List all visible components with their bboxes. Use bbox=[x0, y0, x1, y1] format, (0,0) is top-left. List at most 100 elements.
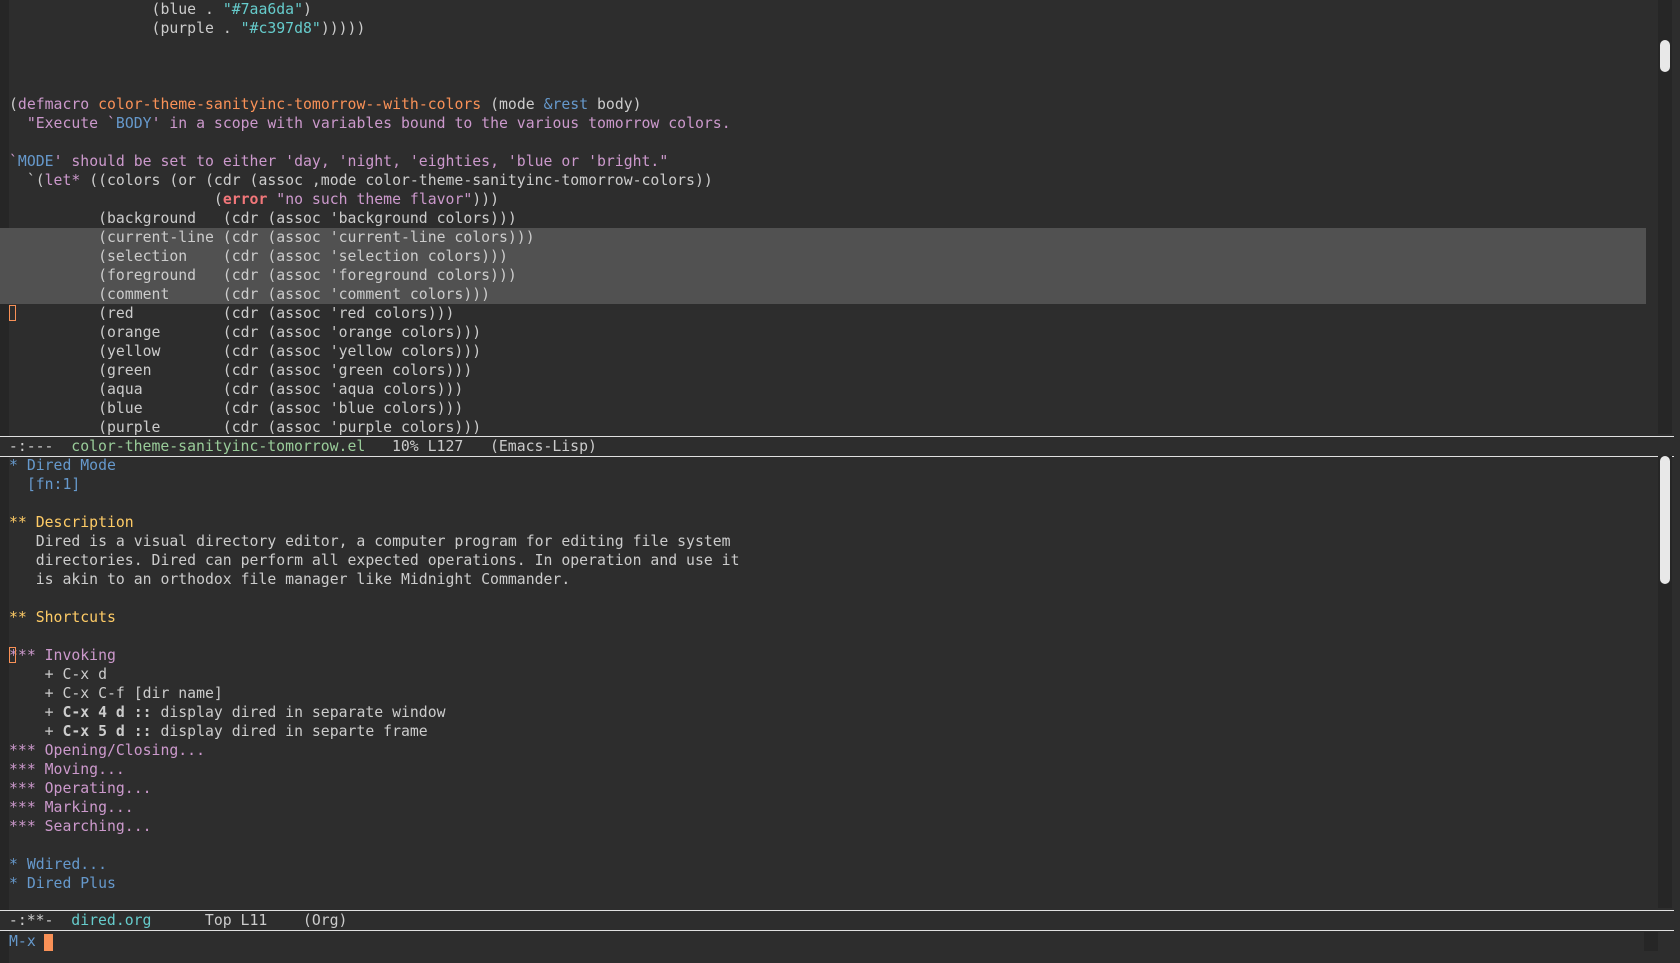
code-line[interactable]: (current-line (cdr (assoc 'current-line … bbox=[0, 228, 1646, 247]
org-line[interactable]: ** Shortcuts bbox=[0, 608, 1646, 627]
code-token: (yellow (cdr (assoc 'yellow colors))) bbox=[9, 343, 482, 360]
code-token: MODE bbox=[17, 153, 54, 170]
mode-line-buffer-name[interactable]: dired.org bbox=[71, 912, 151, 929]
org-line[interactable]: * Dired Plus bbox=[0, 874, 1646, 893]
org-line[interactable] bbox=[0, 627, 1646, 646]
code-token: BODY bbox=[115, 115, 152, 132]
code-line[interactable]: (blue . "#7aa6da") bbox=[0, 0, 1646, 19]
mode-line-status: -:**- bbox=[0, 912, 72, 929]
code-token: "Execute ` bbox=[26, 115, 116, 132]
org-line[interactable]: + C-x 4 d :: display dired in separate w… bbox=[0, 703, 1646, 722]
code-token: ' in a scope with variables bound to the… bbox=[151, 115, 731, 132]
code-line[interactable]: `(let* ((colors (or (cdr (assoc ,mode co… bbox=[0, 171, 1646, 190]
code-scrollbar[interactable] bbox=[1658, 0, 1672, 434]
code-token: + C-x C-f [dir name] bbox=[9, 685, 223, 702]
code-token: *** Operating... bbox=[9, 780, 152, 797]
org-line[interactable]: + C-x d bbox=[0, 665, 1646, 684]
org-scrollbar-thumb[interactable] bbox=[1660, 456, 1670, 584]
code-line[interactable] bbox=[0, 133, 1646, 152]
org-line[interactable]: * Wdired... bbox=[0, 855, 1646, 874]
code-token: body) bbox=[588, 96, 642, 113]
org-line[interactable]: *** Moving... bbox=[0, 760, 1646, 779]
code-line[interactable]: (background (cdr (assoc 'background colo… bbox=[0, 209, 1646, 228]
text-cursor bbox=[9, 647, 16, 663]
org-line[interactable]: is akin to an orthodox file manager like… bbox=[0, 570, 1646, 589]
mode-line-position: Top L11 bbox=[151, 912, 303, 929]
code-line[interactable]: (green (cdr (assoc 'green colors))) bbox=[0, 361, 1646, 380]
org-line[interactable]: ** Description bbox=[0, 513, 1646, 532]
code-token: C-x 4 d :: bbox=[62, 704, 152, 721]
code-token: ) bbox=[303, 1, 312, 18]
code-line[interactable]: (purple . "#c397d8"))))) bbox=[0, 19, 1646, 38]
mode-line-buffer-name[interactable]: color-theme-sanityinc-tomorrow.el bbox=[71, 438, 365, 455]
org-line[interactable]: *** Searching... bbox=[0, 817, 1646, 836]
org-line[interactable] bbox=[0, 589, 1646, 608]
org-line[interactable]: *** Invoking bbox=[0, 646, 1646, 665]
org-line[interactable]: *** Opening/Closing... bbox=[0, 741, 1646, 760]
code-token: Dired is a visual directory editor, a co… bbox=[9, 533, 731, 550]
code-line[interactable] bbox=[0, 76, 1646, 95]
code-token: ( bbox=[9, 96, 18, 113]
code-token: *** Marking... bbox=[9, 799, 134, 816]
org-line[interactable] bbox=[0, 836, 1646, 855]
code-token: [fn:1] bbox=[9, 476, 81, 493]
org-line[interactable]: + C-x 5 d :: display dired in separte fr… bbox=[0, 722, 1646, 741]
code-token: + bbox=[9, 723, 63, 740]
code-line[interactable]: (orange (cdr (assoc 'orange colors))) bbox=[0, 323, 1646, 342]
mode-line-code[interactable]: -:--- color-theme-sanityinc-tomorrow.el … bbox=[0, 436, 1674, 457]
code-token: (blue (cdr (assoc 'blue colors))) bbox=[9, 400, 464, 417]
code-token: *** Opening/Closing... bbox=[9, 742, 205, 759]
org-editor-pane[interactable]: * Dired Mode [fn:1] ** Description Dired… bbox=[0, 456, 1646, 910]
code-line[interactable] bbox=[0, 38, 1646, 57]
code-token: ** Shortcuts bbox=[9, 609, 116, 626]
code-token: "no such theme flavor" bbox=[276, 191, 473, 208]
org-line[interactable]: * Dired Mode bbox=[0, 456, 1646, 475]
code-token: display dired in separate window bbox=[151, 704, 446, 721]
mode-line-major-mode[interactable]: (Emacs-Lisp) bbox=[490, 438, 597, 455]
code-token: (selection (cdr (assoc 'selection colors… bbox=[9, 248, 508, 265]
code-line[interactable] bbox=[0, 57, 1646, 76]
org-line[interactable] bbox=[0, 494, 1646, 513]
minibuffer[interactable]: M-x bbox=[0, 932, 1646, 951]
code-token: let* bbox=[44, 172, 81, 189]
mode-line-org[interactable]: -:**- dired.org Top L11 (Org) bbox=[0, 910, 1674, 931]
code-token: *** Moving... bbox=[9, 761, 125, 778]
code-line[interactable]: (error "no such theme flavor"))) bbox=[0, 190, 1646, 209]
org-line[interactable]: + C-x C-f [dir name] bbox=[0, 684, 1646, 703]
code-token: "#7aa6da" bbox=[222, 1, 304, 18]
code-token: (current-line (cdr (assoc 'current-line … bbox=[9, 229, 535, 246]
code-line[interactable]: (aqua (cdr (assoc 'aqua colors))) bbox=[0, 380, 1646, 399]
code-line[interactable]: (selection (cdr (assoc 'selection colors… bbox=[0, 247, 1646, 266]
code-line[interactable]: (blue (cdr (assoc 'blue colors))) bbox=[0, 399, 1646, 418]
minibuffer-scrollbar bbox=[1644, 932, 1658, 951]
code-line[interactable]: "Execute `BODY' in a scope with variable… bbox=[0, 114, 1646, 133]
org-line[interactable]: directories. Dired can perform all expec… bbox=[0, 551, 1646, 570]
code-token: ` bbox=[9, 153, 18, 170]
code-line[interactable]: (red (cdr (assoc 'red colors))) bbox=[0, 304, 1646, 323]
org-line[interactable]: Dired is a visual directory editor, a co… bbox=[0, 532, 1646, 551]
code-line[interactable]: (comment (cdr (assoc 'comment colors))) bbox=[0, 285, 1646, 304]
code-token: *** Invoking bbox=[9, 647, 116, 664]
org-scrollbar[interactable] bbox=[1658, 456, 1672, 908]
org-line[interactable]: *** Marking... bbox=[0, 798, 1646, 817]
code-line[interactable]: (purple (cdr (assoc 'purple colors))) bbox=[0, 418, 1646, 436]
code-line[interactable]: (defmacro color-theme-sanityinc-tomorrow… bbox=[0, 95, 1646, 114]
code-token: + C-x d bbox=[9, 666, 107, 683]
mode-line-major-mode[interactable]: (Org) bbox=[303, 912, 348, 929]
code-editor-pane[interactable]: (blue . "#7aa6da") (purple . "#c397d8"))… bbox=[0, 0, 1646, 436]
mode-line-position: 10% L127 bbox=[365, 438, 490, 455]
code-token: (green (cdr (assoc 'green colors))) bbox=[9, 362, 473, 379]
code-line[interactable]: (yellow (cdr (assoc 'yellow colors))) bbox=[0, 342, 1646, 361]
code-line[interactable]: `MODE' should be set to either 'day, 'ni… bbox=[0, 152, 1646, 171]
org-line[interactable]: [fn:1] bbox=[0, 475, 1646, 494]
code-token: * Dired Mode bbox=[9, 457, 116, 474]
code-token: (background (cdr (assoc 'background colo… bbox=[9, 210, 517, 227]
code-token: (mode bbox=[481, 96, 544, 113]
code-line[interactable]: (foreground (cdr (assoc 'foreground colo… bbox=[0, 266, 1646, 285]
org-line[interactable]: *** Operating... bbox=[0, 779, 1646, 798]
text-cursor bbox=[9, 305, 16, 321]
code-scrollbar-thumb[interactable] bbox=[1660, 40, 1670, 72]
